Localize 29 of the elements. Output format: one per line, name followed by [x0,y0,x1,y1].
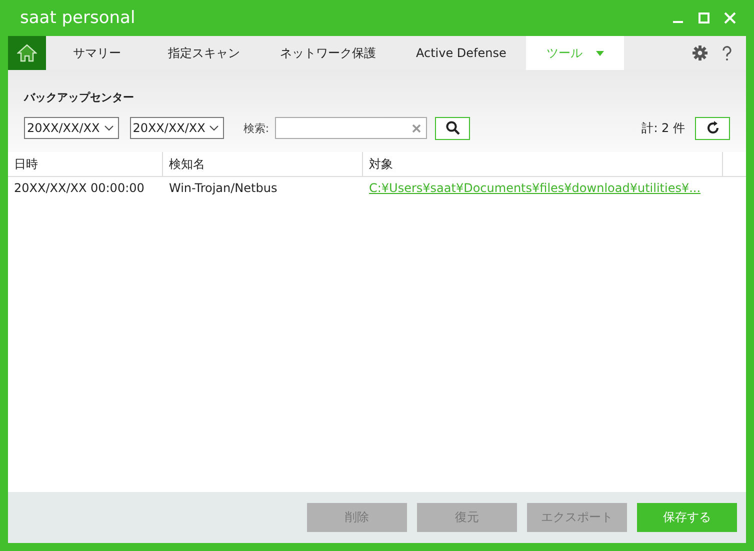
nav-tab[interactable]: Active Defense [396,36,526,70]
nav-tab[interactable]: 指定スキャン [148,36,260,70]
search-button[interactable] [435,116,470,140]
column-header[interactable]: 対象 [363,152,723,176]
chevron-icon [209,125,220,131]
result-count: 計: 2 件 [642,120,685,136]
maximize-icon[interactable] [698,12,710,24]
close-icon[interactable] [724,12,736,24]
search-icon [446,121,460,135]
section-title: バックアップセンター [24,90,135,105]
date-dropdown[interactable]: 20XX/XX/XX [130,117,224,139]
column-header[interactable]: 検知名 [163,152,363,176]
chevron-icon [104,125,114,131]
search-label: 検索: [243,120,270,136]
window-title: saat personal [19,8,136,28]
table-cell-text: Win-Trojan/Netbus [168,180,278,197]
home-icon [17,44,37,62]
help-icon[interactable] [722,46,732,60]
date-dropdown[interactable]: 20XX/XX/XX [24,117,119,139]
refresh-icon [706,121,720,135]
table-cell-text: 20XX/XX/XX 00:00:00 [13,180,146,197]
settings-icon[interactable] [692,45,708,61]
clear-icon[interactable] [412,124,422,132]
search-field[interactable] [275,117,428,139]
column-header[interactable]: 日時 [8,152,163,176]
nav-tab[interactable]: サマリー [46,36,148,70]
refresh-button[interactable] [695,116,730,140]
nav-tab[interactable]: ネットワーク保護 [260,36,396,70]
home-tab[interactable] [8,36,46,70]
